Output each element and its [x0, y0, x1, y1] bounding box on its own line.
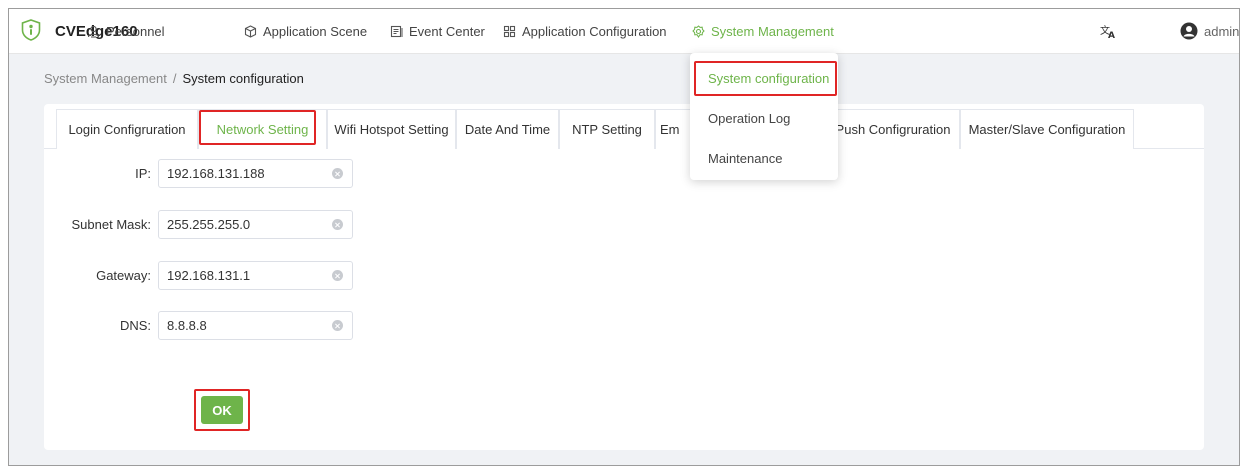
tab-network-setting[interactable]: Network Setting: [198, 109, 327, 149]
subnet-mask-label: Subnet Mask:: [71, 217, 152, 232]
tab-date-and-time[interactable]: Date And Time: [456, 109, 559, 149]
ok-button[interactable]: OK: [201, 396, 243, 424]
nav-application-configuration[interactable]: Application Configuration: [503, 24, 667, 39]
gateway-label: Gateway:: [96, 268, 151, 283]
grid-icon: [503, 25, 516, 38]
clear-icon[interactable]: [332, 270, 343, 281]
tab-push-configuration[interactable]: Push Configruration: [826, 109, 960, 149]
subnet-mask-input[interactable]: [167, 211, 317, 238]
menu-item-maintenance[interactable]: Maintenance: [690, 143, 838, 173]
tab-login-configuration[interactable]: Login Configruration: [56, 109, 198, 149]
user-avatar-icon[interactable]: [1180, 22, 1198, 40]
ip-label: IP:: [135, 166, 151, 181]
ip-field[interactable]: [158, 159, 353, 188]
system-management-dropdown: System configuration Operation Log Maint…: [690, 53, 838, 180]
nav-system-management[interactable]: System Management: [692, 24, 834, 39]
dns-field[interactable]: [158, 311, 353, 340]
shield-logo-icon: [21, 19, 41, 41]
svg-text:A: A: [1108, 31, 1115, 39]
nav-application-scene[interactable]: Application Scene: [244, 24, 367, 39]
top-navigation-bar: CVEdge160 Personnel Application Scene Ev…: [9, 9, 1239, 54]
gateway-field[interactable]: [158, 261, 353, 290]
breadcrumb-current: System configuration: [182, 71, 304, 86]
cube-icon: [244, 25, 257, 38]
document-icon: [390, 25, 403, 38]
nav-event-center[interactable]: Event Center: [390, 24, 485, 39]
username[interactable]: admin: [1204, 24, 1239, 39]
tab-master-slave-configuration[interactable]: Master/Slave Configuration: [960, 109, 1134, 149]
dns-input[interactable]: [167, 312, 317, 339]
nav-personnel-label: Personnel: [106, 24, 165, 39]
subnet-mask-field[interactable]: [158, 210, 353, 239]
menu-item-operation-log[interactable]: Operation Log: [690, 103, 838, 133]
person-icon: [87, 25, 100, 38]
ip-input[interactable]: [167, 160, 317, 187]
clear-icon[interactable]: [332, 320, 343, 331]
dns-label: DNS:: [119, 318, 151, 333]
gear-icon: [692, 25, 705, 38]
clear-icon[interactable]: [332, 219, 343, 230]
nav-application-configuration-label: Application Configuration: [522, 24, 667, 39]
nav-event-center-label: Event Center: [409, 24, 485, 39]
translate-icon[interactable]: 文 A: [1100, 23, 1116, 39]
nav-system-management-label: System Management: [711, 24, 834, 39]
tab-ntp-setting[interactable]: NTP Setting: [559, 109, 655, 149]
menu-item-system-configuration[interactable]: System configuration: [690, 63, 838, 93]
breadcrumb: System Management / System configuration: [44, 71, 304, 86]
nav-application-scene-label: Application Scene: [263, 24, 368, 39]
nav-personnel[interactable]: Personnel: [87, 24, 165, 39]
tab-wifi-hotspot-setting[interactable]: Wifi Hotspot Setting: [327, 109, 456, 149]
tab-bar: Login Configruration Network Setting Wif…: [44, 109, 1204, 149]
breadcrumb-parent[interactable]: System Management: [44, 71, 167, 86]
clear-icon[interactable]: [332, 168, 343, 179]
breadcrumb-separator: /: [172, 71, 177, 86]
gateway-input[interactable]: [167, 262, 317, 289]
